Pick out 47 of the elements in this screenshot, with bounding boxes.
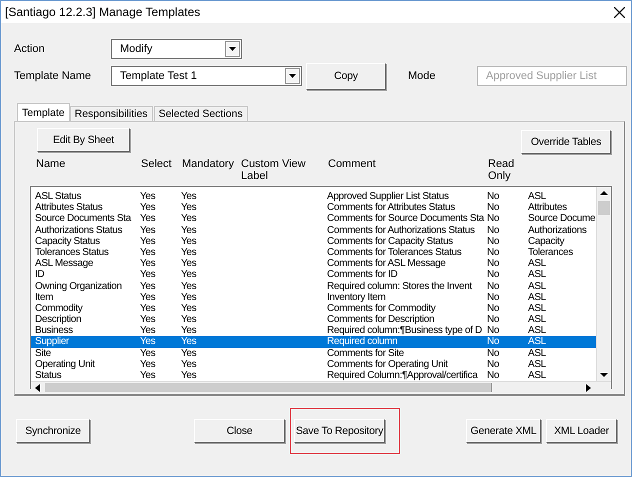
copy-button[interactable]: Copy [306,62,386,90]
tab[interactable]: Responsibilities [70,106,153,121]
list-row[interactable]: Commodity Yes Yes Comments for Commodity No ASL [31,302,596,314]
list-row[interactable]: ID Yes Yes Comments for ID No ASL [31,269,596,280]
tab[interactable]: Template [17,103,70,121]
list-row[interactable]: Site Yes Yes Comments for Site No ASL [31,348,596,359]
window-title: [Santiago 12.2.3] Manage Templates [5,5,200,19]
list-row[interactable]: Attributes Status Yes Yes Comments for Attributes Status No Attributes [31,202,596,214]
override-tables-button[interactable]: Override Tables [521,130,611,154]
column-header: Comment [328,158,377,172]
column-header: Mandatory [182,158,235,172]
tab[interactable]: Selected Sections [154,106,248,121]
list-row[interactable]: Operating Unit Yes Yes Comments for Operating Unit No ASL [31,358,596,370]
list-row[interactable]: Owning Organization Yes Yes Required column: Stores the Invent No ASL [31,280,596,292]
column-header: Name [36,158,66,172]
footer-button[interactable]: Save To Repository [294,419,385,443]
list-row[interactable]: Item Yes Yes Inventory Item No ASL [31,292,596,303]
column-header: Read Only [488,158,516,182]
footer-button[interactable]: Synchronize [16,419,90,443]
vertical-scrollbar[interactable] [596,187,611,382]
template-name-label: Template Name [14,70,92,82]
action-dropdown[interactable]: Modify [111,39,242,59]
list-row[interactable]: Status Yes Yes Required Column:¶Approval/certifica No ASL [31,370,596,382]
footer-button[interactable]: Generate XML [466,419,541,443]
edit-by-sheet-button[interactable]: Edit By Sheet [37,128,130,152]
list-row[interactable]: ASL Status Yes Yes Approved Supplier List Status No ASL [31,191,596,202]
template-name-combo[interactable]: Template Test 1 [111,66,302,86]
caret-icon [289,74,296,78]
scroll-thumb[interactable] [45,383,492,392]
list-row[interactable]: Supplier Yes Yes Required column No ASL [31,336,596,348]
column-header: Custom View Label [241,158,307,182]
list-row[interactable]: Tolerances Status Yes Yes Comments for Tolerances Status No Tolerances [31,246,596,258]
list-row[interactable]: Source Documents Sta Yes Yes Comments for Source Documents Sta No Source Docume [31,213,596,225]
list-row[interactable]: Capacity Status Yes Yes Comments for Capacity Status No Capacity [31,236,596,247]
action-label: Action [14,43,46,55]
close-icon[interactable] [614,6,625,18]
mode-label: Mode [408,70,437,82]
list-row[interactable]: Business Yes Yes Required column:¶Business type of D No ASL [31,325,596,336]
column-header: Select [141,158,173,172]
list-row[interactable]: Description Yes Yes Comments for Description No ASL [31,314,596,326]
caret-icon [229,47,236,51]
footer-button[interactable]: XML Loader [546,419,617,443]
footer-button[interactable]: Close [194,419,285,443]
horizontal-scrollbar[interactable] [31,381,611,394]
list-row[interactable]: Authorizations Status Yes Yes Comments for Authorizations Status No Authorizations [31,224,596,236]
scroll-thumb[interactable] [598,201,610,215]
list-row[interactable]: ASL Message Yes Yes Comments for ASL Message No ASL [31,258,596,270]
